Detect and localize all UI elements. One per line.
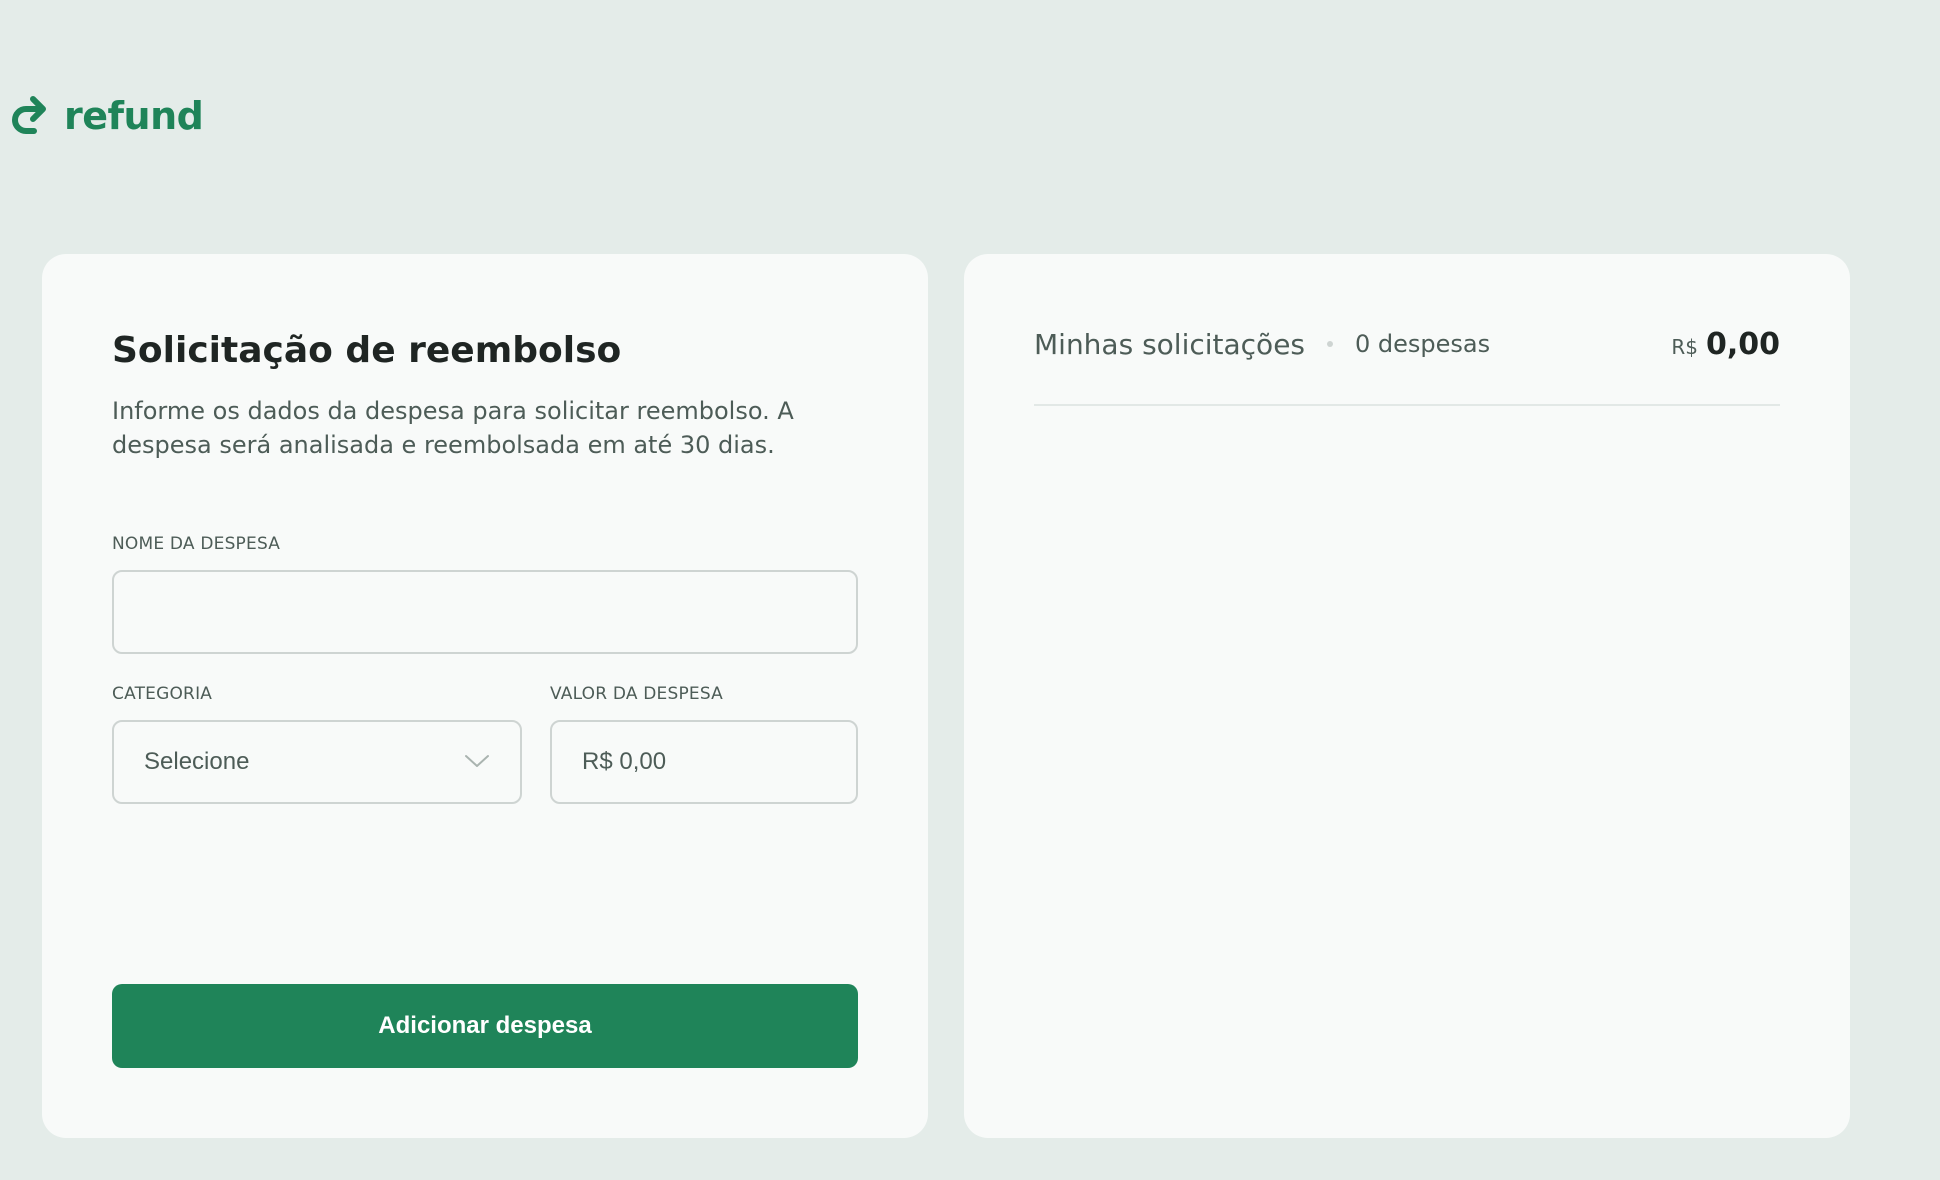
brand-logo: refund (10, 92, 204, 140)
category-select[interactable]: Selecione (112, 720, 522, 804)
add-expense-button[interactable]: Adicionar despesa (112, 984, 858, 1068)
requests-card: Minhas solicitações 0 despesas R$ 0,00 (964, 254, 1850, 1138)
refund-form-card: Solicitação de reembolso Informe os dado… (42, 254, 928, 1138)
header-divider (1034, 404, 1780, 406)
total-amount: 0,00 (1705, 326, 1780, 362)
expense-count: 0 despesas (1355, 330, 1491, 358)
category-selected-value: Selecione (144, 748, 250, 775)
requests-header: Minhas solicitações 0 despesas R$ 0,00 (1034, 324, 1780, 364)
amount-input[interactable]: R$ 0,00 (550, 720, 858, 804)
requests-total: R$ 0,00 (1671, 327, 1780, 362)
expense-name-label: NOME DA DESPESA (112, 534, 281, 554)
total-currency: R$ (1671, 334, 1698, 359)
expense-name-input[interactable] (112, 570, 858, 654)
form-description: Informe os dados da despesa para solicit… (112, 397, 794, 459)
refund-arrow-icon (10, 92, 50, 140)
chevron-down-icon (464, 748, 490, 776)
amount-label: VALOR DA DESPESA (550, 684, 724, 704)
form-title: Solicitação de reembolso (112, 330, 622, 371)
separator-dot (1327, 341, 1334, 347)
category-label: CATEGORIA (112, 684, 213, 704)
requests-title: Minhas solicitações (1034, 327, 1306, 361)
brand-name: refund (64, 94, 204, 138)
